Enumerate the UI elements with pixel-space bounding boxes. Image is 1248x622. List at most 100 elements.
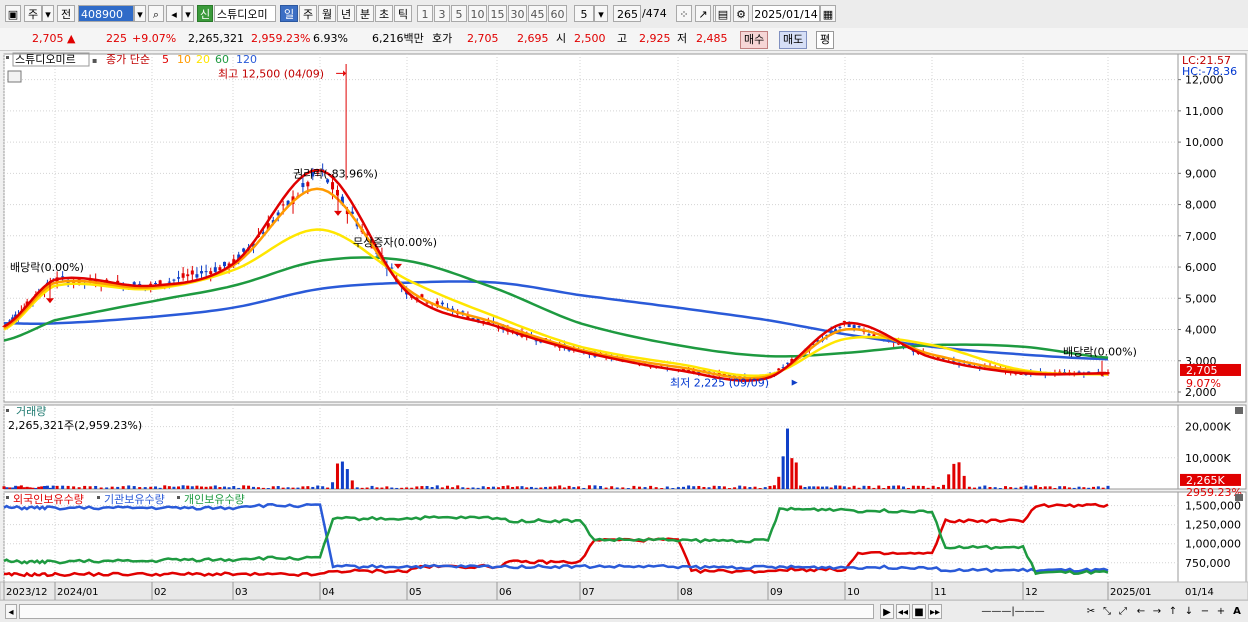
calendar-icon[interactable]: ▦ — [820, 5, 836, 22]
candle-body — [186, 274, 190, 277]
y-tick-label: 1,250,000 — [1185, 519, 1241, 532]
period-tab[interactable]: 틱 — [394, 5, 412, 22]
expand-icon[interactable]: ⤢ — [1116, 604, 1130, 619]
sound-icon[interactable]: ◂ — [166, 5, 182, 22]
left-arrow-icon[interactable]: ← — [1134, 604, 1148, 619]
right-arrow-icon[interactable]: → — [1150, 604, 1164, 619]
volume-bar — [506, 485, 510, 489]
interval-button[interactable]: 30 — [508, 5, 527, 22]
period-tab[interactable]: 월 — [318, 5, 336, 22]
down-arrow-icon[interactable]: ↓ — [1182, 604, 1196, 619]
code-dropdown-icon[interactable]: ▾ — [134, 5, 146, 22]
sell-button[interactable]: 매도 — [779, 31, 808, 49]
count-total: /474 — [642, 7, 667, 20]
zoom-out-icon[interactable]: − — [1198, 604, 1212, 619]
evaluation-button[interactable]: 평 — [816, 31, 835, 49]
volume-bar — [707, 487, 711, 489]
interval-button[interactable]: 45 — [528, 5, 547, 22]
buy-button[interactable]: 매수 — [740, 31, 769, 49]
volume-bar — [599, 486, 603, 489]
interval-input[interactable]: 5 — [574, 5, 594, 22]
interval-button[interactable]: 15 — [488, 5, 507, 22]
up-arrow-icon[interactable]: ↑ — [1166, 604, 1180, 619]
gear-icon[interactable]: ⚙ — [733, 5, 749, 22]
sound-dropdown-icon[interactable]: ▾ — [182, 5, 194, 22]
search-icon[interactable]: ⌕ — [148, 5, 164, 22]
current-price: 2,705 — [32, 32, 64, 45]
y-tick-label: 6,000 — [1185, 261, 1217, 274]
play-icon[interactable]: ▶ — [880, 604, 894, 619]
candle-body — [857, 325, 861, 328]
volume-bar — [22, 487, 26, 489]
candle-body — [331, 182, 335, 190]
volume-bar — [610, 486, 614, 489]
hc-label: HC:-78.36 — [1182, 65, 1237, 78]
stock-code-input[interactable]: 408900 — [78, 5, 134, 22]
volume-bar — [1004, 486, 1008, 489]
volume-bar — [852, 485, 856, 489]
period-tab[interactable]: 주 — [299, 5, 317, 22]
candle-body — [209, 271, 213, 275]
interval-button[interactable]: 5 — [451, 5, 467, 22]
ma-legend-item: 20 — [196, 53, 210, 66]
interval-button[interactable]: 3 — [434, 5, 450, 22]
font-size-icon[interactable]: A — [1230, 604, 1244, 619]
volume-bar — [753, 486, 757, 489]
candle-body — [786, 362, 790, 364]
scroll-left-icon[interactable]: ◂ — [5, 604, 17, 619]
zoom-in-icon[interactable]: + — [1214, 604, 1228, 619]
stock-badge: 신 — [197, 5, 213, 22]
save-icon[interactable]: ▤ — [715, 5, 731, 22]
volume-bar — [237, 487, 241, 489]
interval-button[interactable]: 60 — [548, 5, 567, 22]
interval-button[interactable]: 10 — [468, 5, 487, 22]
volume-bar — [247, 485, 251, 489]
period-tab[interactable]: 년 — [337, 5, 355, 22]
candle-body — [213, 267, 217, 272]
x-tick-label: 08 — [680, 587, 693, 598]
volume-bar — [177, 486, 181, 489]
volume-bar — [172, 486, 176, 489]
volume-bar — [195, 485, 199, 489]
volume-bar — [425, 485, 429, 489]
volume-bar — [435, 485, 439, 489]
period-tab[interactable]: 분 — [356, 5, 374, 22]
interval-dropdown-icon[interactable]: ▾ — [594, 5, 608, 22]
date-input[interactable]: 2025/01/14 — [752, 5, 820, 22]
rewind-icon[interactable]: ◂◂ — [896, 604, 910, 619]
volume-bar — [743, 486, 747, 489]
volume-bar — [794, 462, 798, 489]
x-tick-label: 07 — [582, 587, 595, 598]
period-type-select[interactable]: 주 — [24, 5, 42, 22]
candle-body — [335, 189, 339, 196]
volume-bar — [857, 487, 861, 489]
volume-bar — [676, 487, 680, 489]
scissors-icon[interactable]: ✂ — [1084, 604, 1098, 619]
fit-icon[interactable]: ⤡ — [1100, 604, 1114, 619]
volume-bar — [8, 487, 12, 489]
zoom-slider[interactable]: ———|——— — [948, 604, 1078, 619]
interval-button[interactable]: 1 — [417, 5, 433, 22]
candle-body — [172, 279, 176, 281]
period-tab[interactable]: 초 — [375, 5, 393, 22]
y-tick-label: 4,000 — [1185, 324, 1217, 337]
volume-bar — [430, 487, 434, 489]
volume-bar — [812, 486, 816, 489]
chart-toolbar: ▣ 주 ▾ 전 408900 ▾ ⌕ ◂ ▾ 신 스튜디오미 일주월년분초틱 1… — [0, 0, 1248, 29]
forward-icon[interactable]: ▸▸ — [928, 604, 942, 619]
compare-select[interactable]: 전 — [57, 5, 75, 22]
volume-bar — [692, 486, 696, 489]
stop-icon[interactable]: ■ — [912, 604, 926, 619]
arrow-tool-icon[interactable]: ↗ — [695, 5, 711, 22]
volume-panel-title: 거래량 — [16, 405, 46, 418]
layout-icon[interactable]: ▣ — [5, 5, 21, 22]
volume-bar — [375, 487, 379, 489]
grip-icon[interactable]: ⁘ — [676, 5, 692, 22]
panel-bullet-icon — [6, 409, 9, 412]
chevron-down-icon[interactable]: ▾ — [42, 5, 54, 22]
candle-body — [218, 267, 222, 271]
period-tab[interactable]: 일 — [280, 5, 298, 22]
scroll-track[interactable] — [19, 604, 874, 619]
count-input[interactable]: 265 — [613, 5, 641, 22]
low-label: 저 — [677, 32, 688, 45]
